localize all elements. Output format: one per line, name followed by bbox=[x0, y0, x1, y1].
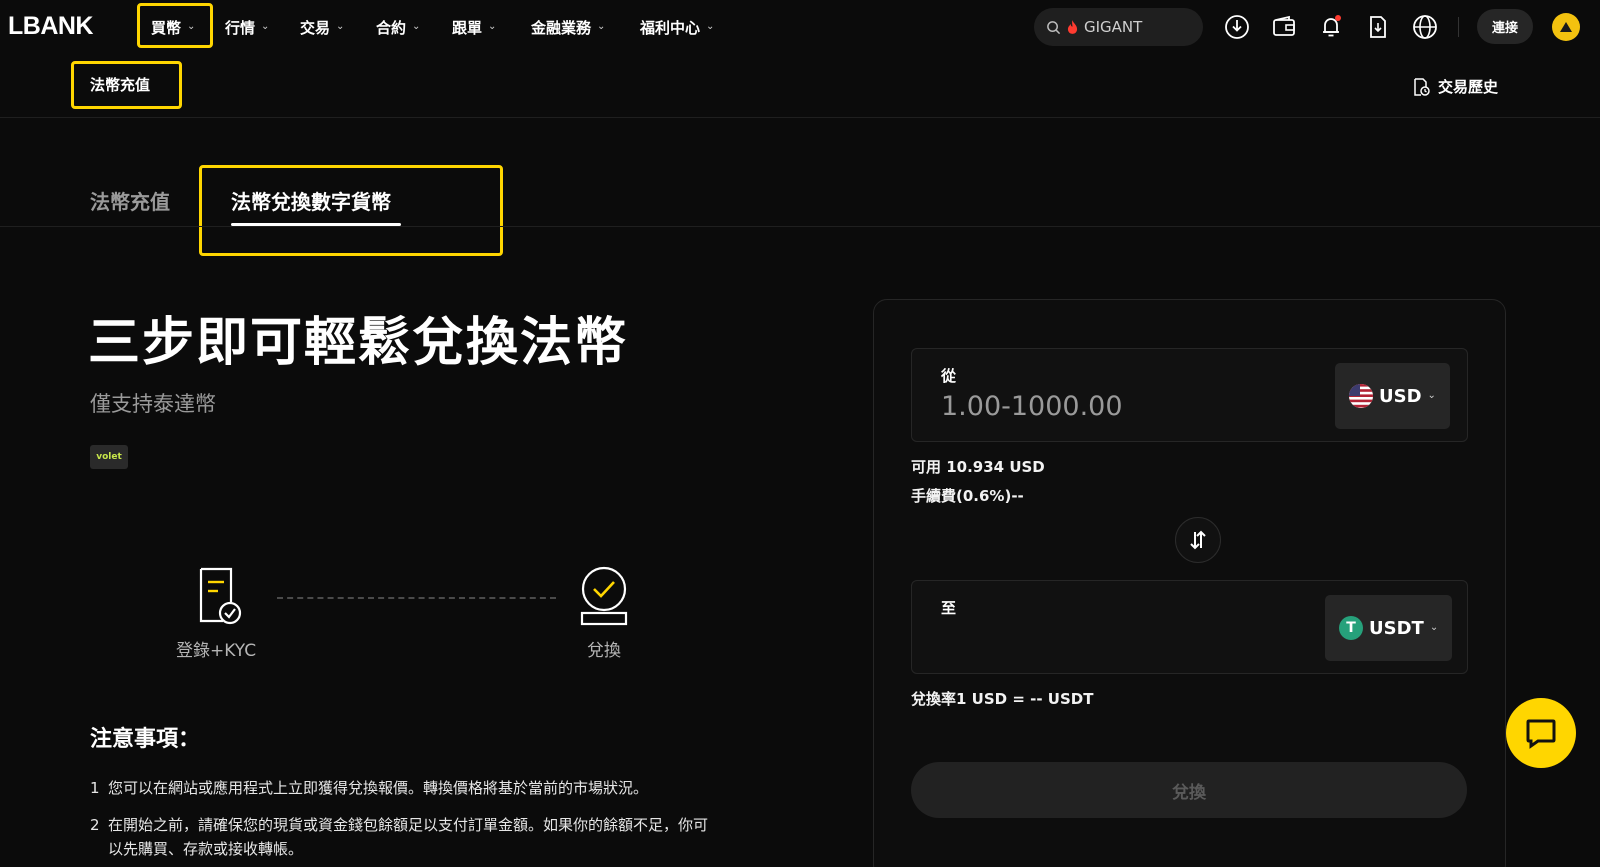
connect-button[interactable]: 連接 bbox=[1477, 9, 1533, 44]
chevron-down-icon: ⌄ bbox=[706, 21, 715, 32]
nav-trade[interactable]: 交易 ⌄ bbox=[300, 17, 344, 38]
badge-check-icon bbox=[580, 566, 628, 626]
note-text: 您可以在網站或應用程式上立即獲得兌換報價。轉換價格將基於當前的市場狀況。 bbox=[108, 779, 649, 797]
avatar[interactable] bbox=[1552, 13, 1580, 41]
nav-label: 買幣 bbox=[151, 19, 182, 37]
top-navigation: LBANK 買幣 ⌄ 行情 ⌄ 交易 ⌄ 合約 ⌄ 跟單 ⌄ 金融業務 ⌄ 福利… bbox=[0, 0, 1600, 54]
search-icon bbox=[1047, 20, 1061, 34]
search-box[interactable]: GIGANT bbox=[1034, 8, 1203, 46]
transaction-history-link[interactable]: 交易歷史 bbox=[1412, 76, 1498, 97]
available-balance: 可用 10.934 USD bbox=[911, 458, 1045, 476]
nav-label: 金融業務 bbox=[531, 19, 592, 37]
subnav-fiat-deposit[interactable]: 法幣充值 bbox=[90, 74, 150, 95]
fee-info: 手續費(0.6%)-- bbox=[911, 487, 1024, 505]
note-number: 1 bbox=[90, 779, 100, 797]
divider bbox=[0, 226, 1600, 227]
wallet-icon[interactable] bbox=[1270, 13, 1298, 41]
chevron-down-icon: ⌄ bbox=[336, 21, 345, 32]
chat-bubble-icon bbox=[1526, 719, 1556, 749]
tab-fiat-deposit[interactable]: 法幣充值 bbox=[90, 186, 170, 215]
usdt-icon: T bbox=[1339, 616, 1363, 640]
note-number: 2 bbox=[90, 816, 100, 834]
swap-arrows-icon bbox=[1190, 530, 1206, 550]
flame-icon bbox=[1067, 19, 1078, 34]
to-currency-select[interactable]: T USDT ⌄ bbox=[1325, 595, 1453, 661]
to-amount-input[interactable] bbox=[941, 623, 1321, 654]
nav-label: 交易 bbox=[300, 19, 331, 37]
from-label: 從 bbox=[941, 367, 957, 385]
tab-fiat-to-crypto[interactable]: 法幣兌換數字貨幣 bbox=[231, 186, 391, 215]
divider bbox=[0, 117, 1600, 118]
chevron-down-icon: ⌄ bbox=[412, 21, 421, 32]
chat-support-button[interactable] bbox=[1506, 698, 1576, 768]
chevron-down-icon: ⌄ bbox=[1429, 621, 1439, 633]
nav-rewards-center[interactable]: 福利中心 ⌄ bbox=[640, 17, 714, 38]
from-field: 從 USD ⌄ bbox=[911, 348, 1468, 442]
exchange-submit-button[interactable]: 兌換 bbox=[911, 762, 1467, 818]
step-label: 兌換 bbox=[587, 641, 621, 661]
to-field: 至 T USDT ⌄ bbox=[911, 580, 1468, 674]
from-currency-code: USD bbox=[1379, 385, 1422, 407]
nav-label: 行情 bbox=[225, 19, 256, 37]
to-label: 至 bbox=[941, 599, 957, 617]
step-exchange: 兌換 bbox=[578, 566, 630, 661]
from-currency-select[interactable]: USD ⌄ bbox=[1335, 363, 1450, 429]
chevron-down-icon: ⌄ bbox=[488, 21, 497, 32]
step-login-kyc: 登錄+KYC bbox=[176, 566, 256, 661]
page-subtitle: 僅支持泰達幣 bbox=[90, 392, 216, 416]
exchange-rate: 兌換率1 USD = -- USDT bbox=[911, 690, 1094, 708]
nav-label: 合約 bbox=[376, 19, 407, 37]
page-title: 三步即可輕鬆兌換法幣 bbox=[88, 313, 629, 373]
download-icon[interactable] bbox=[1223, 13, 1251, 41]
lbank-logo[interactable]: LBANK bbox=[8, 12, 94, 41]
nav-copy-trading[interactable]: 跟單 ⌄ bbox=[452, 17, 496, 38]
chevron-down-icon: ⌄ bbox=[597, 21, 606, 32]
nav-divider bbox=[1458, 17, 1459, 37]
note-item: 2 在開始之前，請確保您的現貨或資金錢包餘額足以支付訂單金額。如果你的餘額不足，… bbox=[90, 813, 708, 861]
note-item: 1 您可以在網站或應用程式上立即獲得兌換報價。轉換價格將基於當前的市場狀況。 bbox=[90, 776, 708, 800]
history-document-icon bbox=[1414, 77, 1430, 96]
step-connector bbox=[277, 597, 556, 599]
nav-markets[interactable]: 行情 ⌄ bbox=[225, 17, 269, 38]
step-label: 登錄+KYC bbox=[176, 641, 257, 661]
chevron-down-icon: ⌄ bbox=[1427, 389, 1436, 401]
us-flag-icon bbox=[1349, 384, 1373, 408]
search-text: GIGANT bbox=[1084, 18, 1143, 36]
nav-label: 跟單 bbox=[452, 19, 483, 37]
globe-icon[interactable] bbox=[1411, 13, 1439, 41]
bell-icon[interactable] bbox=[1317, 13, 1345, 41]
nav-finance[interactable]: 金融業務 ⌄ bbox=[531, 17, 605, 38]
document-download-icon[interactable] bbox=[1364, 13, 1392, 41]
chevron-down-icon: ⌄ bbox=[187, 21, 196, 32]
nav-futures[interactable]: 合約 ⌄ bbox=[376, 17, 420, 38]
swap-direction-button[interactable] bbox=[1175, 517, 1221, 563]
nav-label: 福利中心 bbox=[640, 19, 701, 37]
note-text: 在開始之前，請確保您的現貨或資金錢包餘額足以支付訂單金額。如果你的餘額不足，你可… bbox=[108, 816, 709, 858]
to-currency-code: USDT bbox=[1369, 617, 1424, 639]
history-label: 交易歷史 bbox=[1438, 78, 1499, 96]
document-check-icon bbox=[199, 567, 242, 625]
notes-title: 注意事項： bbox=[90, 727, 201, 752]
from-amount-input[interactable] bbox=[941, 391, 1321, 422]
chevron-down-icon: ⌄ bbox=[261, 21, 270, 32]
nav-buy-crypto[interactable]: 買幣 ⌄ bbox=[151, 17, 195, 38]
volet-badge: volet bbox=[90, 445, 128, 469]
